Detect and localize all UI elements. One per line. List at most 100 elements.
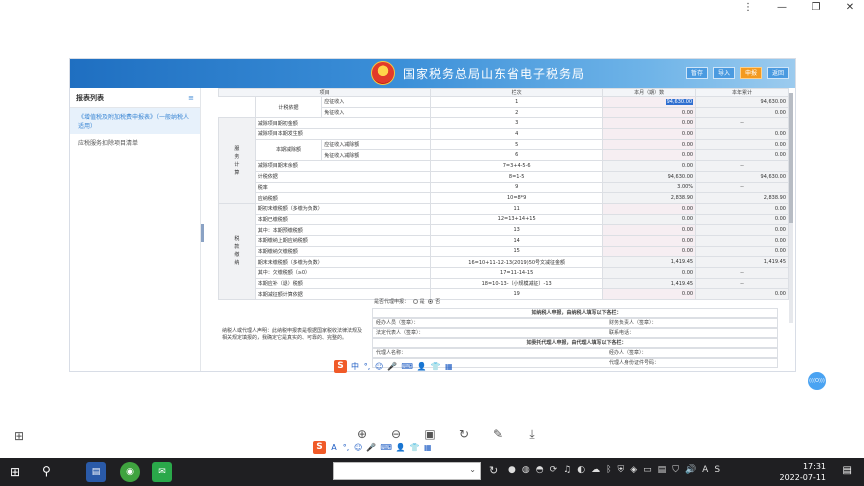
legal-rep-field[interactable]: 法定代表人（签章）： bbox=[376, 330, 424, 336]
row-line: 16=10+11-12-13(2019)50号文减征金额 bbox=[430, 256, 604, 268]
col-header-year: 本年累计 bbox=[695, 88, 789, 97]
punct-icon[interactable]: °, bbox=[363, 362, 371, 371]
browser-taskbar-icon[interactable]: ◉ bbox=[120, 462, 140, 482]
grid-view-icon[interactable]: ⊞ bbox=[14, 429, 24, 443]
mic-icon[interactable]: 🎤 bbox=[387, 362, 397, 371]
table-row: 本期减除额 应征收入减除额 5 0.00 0.00 bbox=[219, 138, 789, 162]
chevron-down-icon[interactable]: ⌄ bbox=[469, 465, 476, 474]
sidebar-resize-handle[interactable] bbox=[201, 224, 204, 242]
row-label: 本期减除额 bbox=[254, 138, 323, 162]
vertical-scrollbar[interactable] bbox=[789, 93, 793, 323]
punct-icon[interactable]: °, bbox=[342, 443, 350, 452]
app-tray-icon[interactable]: ◐ bbox=[577, 465, 585, 475]
agent-staff-field[interactable]: 经办人（签章）： bbox=[609, 349, 647, 358]
keyboard-icon[interactable]: ⌨ bbox=[401, 362, 413, 371]
declare-button[interactable]: 申报 bbox=[739, 67, 762, 79]
self-section-title: 如纳税人申报，由纳税人填写以下各栏： bbox=[372, 308, 778, 318]
close-icon[interactable]: ✕ bbox=[844, 2, 856, 13]
sogou-logo-icon[interactable]: S bbox=[313, 441, 326, 454]
volume-icon[interactable]: 🔊 bbox=[685, 465, 696, 475]
finance-field[interactable]: 财务负责人（签章）： bbox=[609, 319, 657, 328]
agent-id-field[interactable]: 代理人身份证件号码： bbox=[609, 359, 659, 368]
staff-field[interactable]: 经办人员（签章）： bbox=[376, 320, 419, 326]
row-line: 14 bbox=[430, 234, 604, 247]
agent-row-1: 代理人名称： 经办人（签章）： bbox=[372, 348, 778, 358]
windows-start-icon[interactable]: ⊞ bbox=[10, 465, 20, 479]
month-input[interactable]: 0.00 bbox=[602, 245, 697, 258]
clock[interactable]: 17:31 2022-07-11 bbox=[780, 461, 827, 483]
skin-icon[interactable]: 👕 bbox=[410, 443, 420, 452]
edit-icon[interactable]: ✎ bbox=[491, 427, 505, 442]
wechat-taskbar-icon[interactable]: ✉ bbox=[152, 462, 172, 482]
ime-toolbar-2: S A °, ☺ 🎤 ⌨ 👤 👕 ▦ bbox=[313, 441, 432, 454]
network-icon[interactable]: ▤ bbox=[658, 465, 667, 475]
month-value: 1,419.45 bbox=[602, 277, 697, 290]
search-icon[interactable]: ⚲ bbox=[42, 464, 51, 478]
minimize-icon[interactable]: — bbox=[776, 2, 788, 13]
collapse-icon[interactable]: ≡ bbox=[188, 94, 194, 102]
month-input[interactable]: 0.00 bbox=[602, 106, 697, 119]
sidebar-item-deduction-list[interactable]: 应税服务扣除项目清单 bbox=[70, 134, 200, 151]
taskbar-address-box[interactable]: ⌄ bbox=[333, 462, 481, 480]
row-line: 18=10-13-（小规模减征）-13 bbox=[430, 277, 604, 290]
sogou-logo-icon[interactable]: S bbox=[334, 360, 347, 373]
month-input[interactable]: 94,630.00 bbox=[602, 96, 697, 108]
sogou-tray-icon[interactable]: S bbox=[714, 465, 720, 475]
toolbox-icon[interactable]: ▦ bbox=[445, 362, 453, 371]
download-icon[interactable]: ⤓ bbox=[525, 427, 539, 442]
agent-name-field[interactable]: 代理人名称： bbox=[376, 350, 406, 356]
monitor-icon[interactable]: ▭ bbox=[643, 465, 652, 475]
month-input[interactable]: 0.00 bbox=[602, 202, 697, 215]
agent-no-radio[interactable] bbox=[428, 299, 434, 304]
refresh-icon[interactable]: ↻ bbox=[489, 464, 498, 477]
user-icon[interactable]: 👤 bbox=[396, 443, 406, 452]
menu-icon[interactable]: ⋮ bbox=[742, 2, 754, 13]
phone-field[interactable]: 联系电话： bbox=[609, 329, 634, 338]
back-button[interactable]: 返回 bbox=[766, 67, 789, 79]
headset-tray-icon[interactable]: ♫ bbox=[563, 465, 571, 475]
zoom-out-icon[interactable]: ⊖ bbox=[389, 427, 403, 442]
month-input[interactable]: 0.00 bbox=[602, 128, 697, 140]
assistant-bubble-icon[interactable]: (((O))) bbox=[808, 372, 826, 390]
tax-app-taskbar-icon[interactable]: ▤ bbox=[86, 462, 106, 482]
notification-icon[interactable]: ▤ bbox=[843, 465, 852, 476]
table-row: 计税依据 应征收入 1 94,630.00 94,630.00 bbox=[219, 95, 789, 119]
agent-yes-radio[interactable] bbox=[412, 299, 418, 304]
edge-tray-icon[interactable]: ◓ bbox=[536, 465, 544, 475]
security-tray-icon[interactable]: ◈ bbox=[630, 465, 637, 475]
sidebar-header: 报表列表 ≡ bbox=[70, 88, 200, 108]
row-line: 6 bbox=[430, 149, 604, 162]
toolbox-icon[interactable]: ▦ bbox=[424, 443, 432, 452]
sync-tray-icon[interactable]: ⟳ bbox=[550, 465, 558, 475]
month-input[interactable]: 0.00 bbox=[602, 149, 697, 162]
zoom-in-icon[interactable]: ⊕ bbox=[355, 427, 369, 442]
sidebar-item-vat-form[interactable]: 《增值税及附加税费申报表》（一般纳税人适用） bbox=[70, 108, 200, 134]
restore-icon[interactable]: ❐ bbox=[810, 2, 822, 13]
emoji-icon[interactable]: ☺ bbox=[375, 362, 383, 371]
table-row: 税款缴纳 期初未缴税额（多缴为负数） 11 0.00 0.00 bbox=[218, 202, 789, 301]
wechat-tray-icon[interactable]: ● bbox=[508, 465, 516, 475]
skin-icon[interactable]: 👕 bbox=[431, 362, 441, 371]
month-input[interactable]: 0.00 bbox=[602, 224, 697, 236]
ime-mode[interactable]: 中 bbox=[351, 361, 359, 372]
import-button[interactable]: 导入 bbox=[712, 67, 735, 79]
mic-icon[interactable]: 🎤 bbox=[366, 443, 376, 452]
input-lang-icon[interactable]: A bbox=[702, 465, 708, 475]
bluetooth-icon[interactable]: ᛒ bbox=[606, 465, 611, 475]
cloud-tray-icon[interactable]: ☁ bbox=[591, 465, 600, 475]
row-line: 11 bbox=[430, 202, 604, 215]
emoji-icon[interactable]: ☺ bbox=[354, 443, 362, 452]
ime-mode-2[interactable]: A bbox=[330, 443, 338, 452]
month-input[interactable]: 0.00 bbox=[602, 138, 697, 151]
fit-icon[interactable]: ▣ bbox=[423, 427, 437, 442]
defender-icon[interactable]: ⛉ bbox=[672, 465, 679, 475]
scroll-thumb[interactable] bbox=[789, 93, 793, 223]
rotate-icon[interactable]: ↻ bbox=[457, 427, 471, 442]
user-icon[interactable]: 👤 bbox=[417, 362, 427, 371]
shield-icon[interactable]: ⛨ bbox=[617, 465, 624, 475]
chrome-tray-icon[interactable]: ◍ bbox=[522, 465, 530, 475]
save-draft-button[interactable]: 暂存 bbox=[685, 67, 708, 79]
keyboard-icon[interactable]: ⌨ bbox=[380, 443, 392, 452]
month-input[interactable]: 0.00 bbox=[602, 234, 697, 247]
month-input[interactable]: 0.00 bbox=[602, 117, 697, 130]
